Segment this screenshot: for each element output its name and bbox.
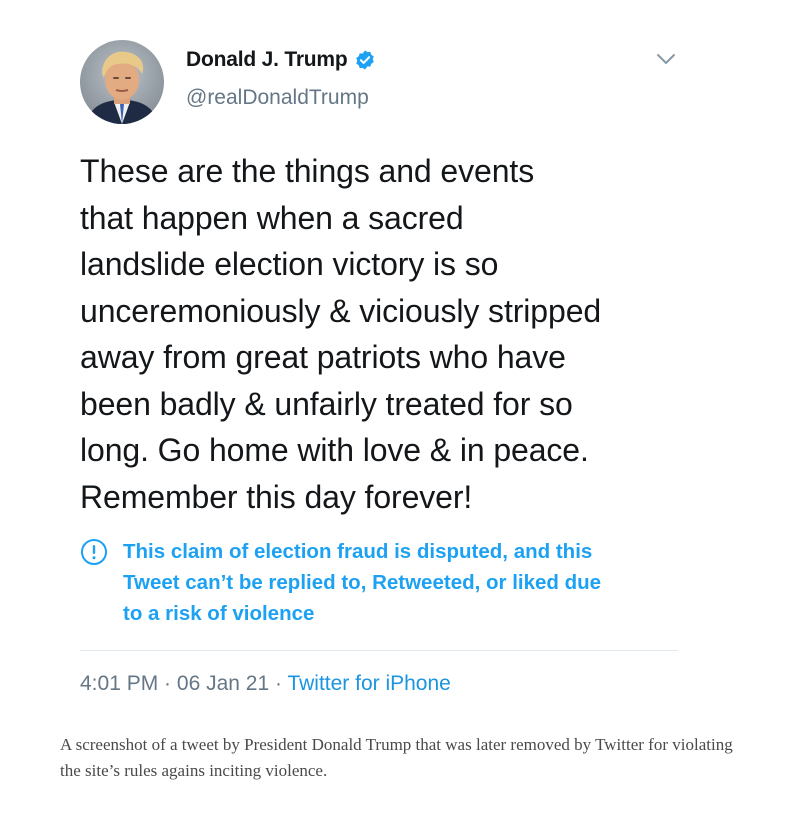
- notice-text[interactable]: This claim of election fraud is disputed…: [123, 536, 601, 629]
- tweet-time[interactable]: 4:01 PM: [80, 672, 158, 695]
- tweet-date[interactable]: 06 Jan 21: [177, 672, 269, 695]
- divider: [80, 650, 678, 651]
- chevron-down-icon[interactable]: [655, 52, 677, 66]
- verified-badge-icon: [354, 49, 376, 71]
- tweet-card: Donald J. Trump @realDonaldTrump These a…: [0, 0, 800, 720]
- user-handle[interactable]: @realDonaldTrump: [186, 86, 369, 110]
- meta-separator: ·: [269, 672, 288, 695]
- tweet-source-link[interactable]: Twitter for iPhone: [287, 672, 450, 695]
- profile-photo-icon: [80, 40, 164, 124]
- tweet-meta: 4:01 PM · 06 Jan 21 · Twitter for iPhone: [80, 672, 451, 696]
- author-row: Donald J. Trump: [186, 46, 376, 74]
- display-name[interactable]: Donald J. Trump: [186, 48, 348, 72]
- meta-separator: ·: [158, 672, 177, 695]
- image-caption: A screenshot of a tweet by President Don…: [60, 735, 733, 780]
- avatar[interactable]: [80, 40, 164, 124]
- exclamation-circle-icon: [80, 538, 108, 566]
- tweet-text: These are the things and events that hap…: [80, 153, 602, 515]
- disputed-claim-notice[interactable]: This claim of election fraud is disputed…: [80, 536, 680, 629]
